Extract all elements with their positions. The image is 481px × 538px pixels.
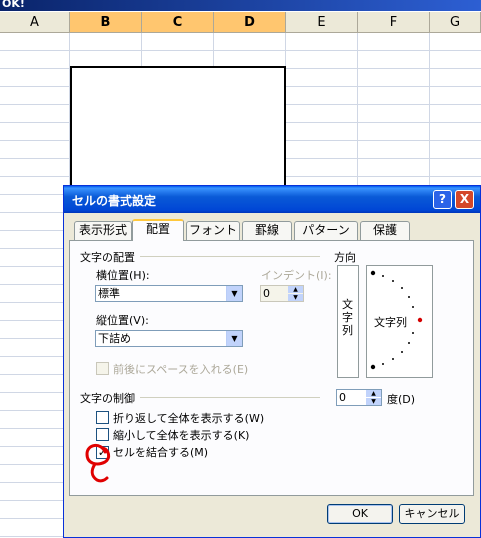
column-header-e[interactable]: E	[286, 12, 358, 33]
window-title: OK!	[2, 0, 25, 10]
orientation-heading: 方向	[334, 251, 356, 264]
help-button[interactable]: ?	[433, 190, 452, 209]
vertical-text-box[interactable]: 文字列	[337, 265, 359, 378]
space-checkbox[interactable]	[96, 362, 109, 375]
vertical-dropdown[interactable]: 下詰め ▼	[95, 330, 243, 347]
merge-cells-checkbox[interactable]: ✓	[96, 446, 109, 459]
column-header-b[interactable]: B	[70, 12, 142, 33]
column-header-a[interactable]: A	[0, 12, 70, 33]
divider	[140, 256, 320, 257]
text-alignment-heading: 文字の配置	[80, 249, 138, 265]
spin-up-icon[interactable]: ▲	[288, 286, 303, 293]
dial-text: 文字列	[374, 316, 407, 329]
orientation-dial[interactable]: 文字列	[366, 265, 433, 378]
vertical-label: 縦位置(V):	[96, 314, 149, 327]
chevron-down-icon[interactable]: ▼	[226, 286, 242, 301]
tab-number-format[interactable]: 表示形式	[74, 221, 132, 240]
selected-cell-range[interactable]	[70, 66, 286, 191]
column-header-g[interactable]: G	[430, 12, 481, 33]
window-title-bar: OK!	[0, 0, 481, 11]
spin-up-icon[interactable]: ▲	[366, 390, 381, 397]
tab-protection[interactable]: 保護	[360, 221, 410, 240]
dialog-title-bar[interactable]: セルの書式設定 ? X	[64, 186, 480, 213]
cancel-button[interactable]: キャンセル	[399, 504, 465, 524]
grid-line	[429, 33, 430, 193]
tab-font[interactable]: フォント	[186, 221, 240, 240]
horizontal-value: 標準	[98, 287, 120, 300]
ok-button[interactable]: OK	[327, 504, 393, 524]
text-control-heading: 文字の制御	[80, 390, 138, 406]
degree-value: 0	[339, 391, 346, 404]
chevron-down-icon[interactable]: ▼	[226, 331, 242, 346]
shrink-to-fit-label: 縮小して全体を表示する(K)	[113, 429, 250, 442]
spin-down-icon[interactable]: ▼	[288, 294, 303, 301]
tab-border[interactable]: 罫線	[242, 221, 292, 240]
wrap-text-label: 折り返して全体を表示する(W)	[113, 412, 265, 425]
degree-label: 度(D)	[387, 393, 416, 406]
column-header-d[interactable]: D	[214, 12, 286, 33]
space-label: 前後にスペースを入れる(E)	[113, 363, 249, 376]
indent-spinner[interactable]: 0 ▲ ▼	[260, 285, 304, 302]
grid-line	[357, 33, 358, 193]
close-button[interactable]: X	[455, 190, 474, 209]
checkmark-icon: ✓	[97, 446, 108, 459]
indent-label: インデント(I):	[261, 269, 332, 282]
spin-down-icon[interactable]: ▼	[366, 398, 381, 405]
divider	[140, 397, 320, 398]
vertical-value: 下詰め	[98, 332, 131, 345]
wrap-text-checkbox[interactable]	[96, 411, 109, 424]
indent-value: 0	[263, 287, 270, 300]
tab-patterns[interactable]: パターン	[294, 221, 358, 240]
column-header-f[interactable]: F	[358, 12, 430, 33]
column-header-c[interactable]: C	[142, 12, 214, 33]
merge-cells-label: セルを結合する(M)	[113, 446, 209, 459]
degree-spinner[interactable]: 0 ▲ ▼	[336, 389, 382, 406]
tab-alignment[interactable]: 配置	[132, 219, 184, 241]
horizontal-label: 横位置(H):	[96, 269, 150, 282]
vertical-text: 文字列	[342, 298, 353, 337]
dialog-title: セルの書式設定	[72, 194, 157, 208]
shrink-to-fit-checkbox[interactable]	[96, 428, 109, 441]
horizontal-dropdown[interactable]: 標準 ▼	[95, 285, 243, 302]
